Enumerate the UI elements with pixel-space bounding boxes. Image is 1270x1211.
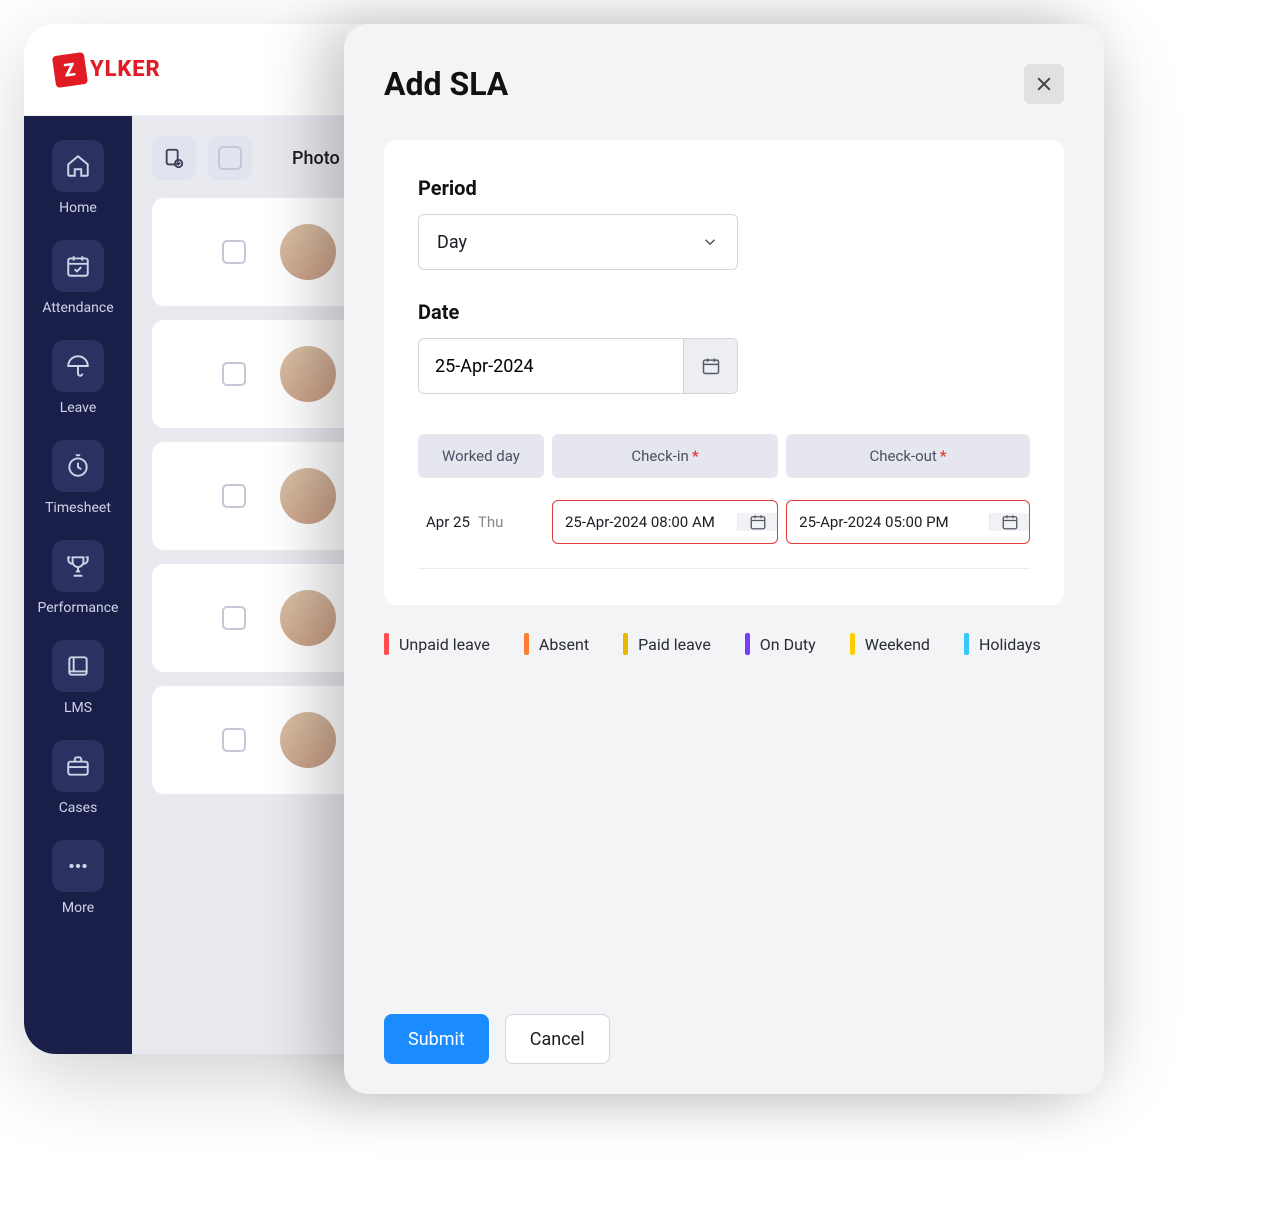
legend: Unpaid leave Absent Paid leave On Duty W… bbox=[384, 633, 1064, 655]
col-check-out: Check-out bbox=[786, 434, 1030, 478]
period-value: Day bbox=[437, 232, 467, 253]
legend-weekend: Weekend bbox=[850, 633, 930, 655]
submit-button[interactable]: Submit bbox=[384, 1014, 489, 1064]
sidebar-item-label: Leave bbox=[60, 400, 97, 416]
col-worked-day: Worked day bbox=[418, 434, 544, 478]
legend-color bbox=[384, 633, 389, 655]
book-icon bbox=[52, 640, 104, 692]
time-grid-header: Worked day Check-in Check-out bbox=[418, 434, 1030, 478]
avatar bbox=[280, 712, 336, 768]
legend-label: Holidays bbox=[979, 635, 1041, 654]
legend-absent: Absent bbox=[524, 633, 589, 655]
sidebar-item-label: Attendance bbox=[42, 300, 113, 316]
check-in-input[interactable]: 25-Apr-2024 08:00 AM bbox=[552, 500, 778, 544]
legend-label: Paid leave bbox=[638, 635, 711, 654]
date-value: 25-Apr-2024 bbox=[419, 339, 683, 393]
legend-label: Weekend bbox=[865, 635, 930, 654]
close-icon bbox=[1034, 74, 1054, 94]
sidebar-item-timesheet[interactable]: Timesheet bbox=[42, 440, 114, 516]
time-grid-row: Apr 25 Thu 25-Apr-2024 08:00 AM 25-Apr-2… bbox=[418, 500, 1030, 569]
sidebar-item-more[interactable]: More bbox=[42, 840, 114, 916]
period-label: Period bbox=[418, 176, 1030, 200]
row-checkbox[interactable] bbox=[222, 606, 246, 630]
sidebar-item-label: Home bbox=[59, 200, 97, 216]
list-action-button[interactable] bbox=[152, 136, 196, 180]
sidebar-item-attendance[interactable]: Attendance bbox=[42, 240, 114, 316]
cancel-button[interactable]: Cancel bbox=[505, 1014, 610, 1064]
briefcase-icon bbox=[52, 740, 104, 792]
avatar bbox=[280, 346, 336, 402]
legend-paid-leave: Paid leave bbox=[623, 633, 711, 655]
sidebar-item-performance[interactable]: Performance bbox=[42, 540, 114, 616]
row-checkbox[interactable] bbox=[222, 240, 246, 264]
legend-label: Unpaid leave bbox=[399, 635, 490, 654]
column-header-photo: Photo bbox=[292, 148, 340, 169]
home-icon bbox=[52, 140, 104, 192]
legend-label: On Duty bbox=[760, 635, 816, 654]
sidebar-item-label: Timesheet bbox=[45, 500, 111, 516]
check-out-calendar-button[interactable] bbox=[989, 513, 1029, 531]
calendar-icon bbox=[749, 513, 767, 531]
brand-badge: Z bbox=[52, 51, 88, 87]
sidebar-item-label: LMS bbox=[64, 700, 92, 716]
legend-color bbox=[850, 633, 855, 655]
row-checkbox[interactable] bbox=[222, 728, 246, 752]
sidebar-item-leave[interactable]: Leave bbox=[42, 340, 114, 416]
sidebar: Home Attendance Leave Timesheet bbox=[24, 116, 132, 1054]
legend-color bbox=[623, 633, 628, 655]
legend-holidays: Holidays bbox=[964, 633, 1041, 655]
period-select[interactable]: Day bbox=[418, 214, 738, 270]
close-button[interactable] bbox=[1024, 64, 1064, 104]
calendar-picker-button[interactable] bbox=[683, 339, 737, 393]
col-check-in: Check-in bbox=[552, 434, 778, 478]
panel-footer: Submit Cancel bbox=[384, 994, 1064, 1064]
avatar bbox=[280, 468, 336, 524]
check-out-input[interactable]: 25-Apr-2024 05:00 PM bbox=[786, 500, 1030, 544]
legend-color bbox=[745, 633, 750, 655]
stopwatch-icon bbox=[52, 440, 104, 492]
legend-on-duty: On Duty bbox=[745, 633, 816, 655]
sidebar-item-home[interactable]: Home bbox=[42, 140, 114, 216]
chevron-down-icon bbox=[701, 233, 719, 251]
calendar-icon bbox=[701, 356, 721, 376]
worked-day-dow: Thu bbox=[478, 513, 503, 531]
worked-day-date: Apr 25 bbox=[426, 513, 470, 531]
row-checkbox[interactable] bbox=[222, 484, 246, 508]
sidebar-item-lms[interactable]: LMS bbox=[42, 640, 114, 716]
umbrella-icon bbox=[52, 340, 104, 392]
checkbox-icon bbox=[218, 146, 242, 170]
trophy-icon bbox=[52, 540, 104, 592]
add-sla-panel: Add SLA Period Day Date 25-Apr-2024 Work… bbox=[344, 24, 1104, 1094]
legend-unpaid-leave: Unpaid leave bbox=[384, 633, 490, 655]
calendar-check-icon bbox=[52, 240, 104, 292]
avatar bbox=[280, 590, 336, 646]
brand-logo: Z YLKER bbox=[54, 54, 161, 86]
panel-title: Add SLA bbox=[384, 65, 508, 103]
brand-name: YLKER bbox=[90, 57, 161, 82]
select-all-checkbox[interactable] bbox=[208, 136, 252, 180]
date-label: Date bbox=[418, 300, 1030, 324]
date-input[interactable]: 25-Apr-2024 bbox=[418, 338, 738, 394]
calendar-icon bbox=[1001, 513, 1019, 531]
sidebar-item-label: Cases bbox=[59, 800, 98, 816]
sidebar-item-label: More bbox=[62, 900, 94, 916]
legend-label: Absent bbox=[539, 635, 589, 654]
check-in-value: 25-Apr-2024 08:00 AM bbox=[553, 513, 737, 531]
worked-day-cell: Apr 25 Thu bbox=[418, 513, 544, 531]
check-out-value: 25-Apr-2024 05:00 PM bbox=[787, 513, 989, 531]
row-checkbox[interactable] bbox=[222, 362, 246, 386]
legend-color bbox=[964, 633, 969, 655]
sidebar-item-label: Performance bbox=[38, 600, 119, 616]
more-icon bbox=[52, 840, 104, 892]
legend-color bbox=[524, 633, 529, 655]
sidebar-item-cases[interactable]: Cases bbox=[42, 740, 114, 816]
avatar bbox=[280, 224, 336, 280]
check-in-calendar-button[interactable] bbox=[737, 513, 777, 531]
form-card: Period Day Date 25-Apr-2024 Worked day C… bbox=[384, 140, 1064, 605]
